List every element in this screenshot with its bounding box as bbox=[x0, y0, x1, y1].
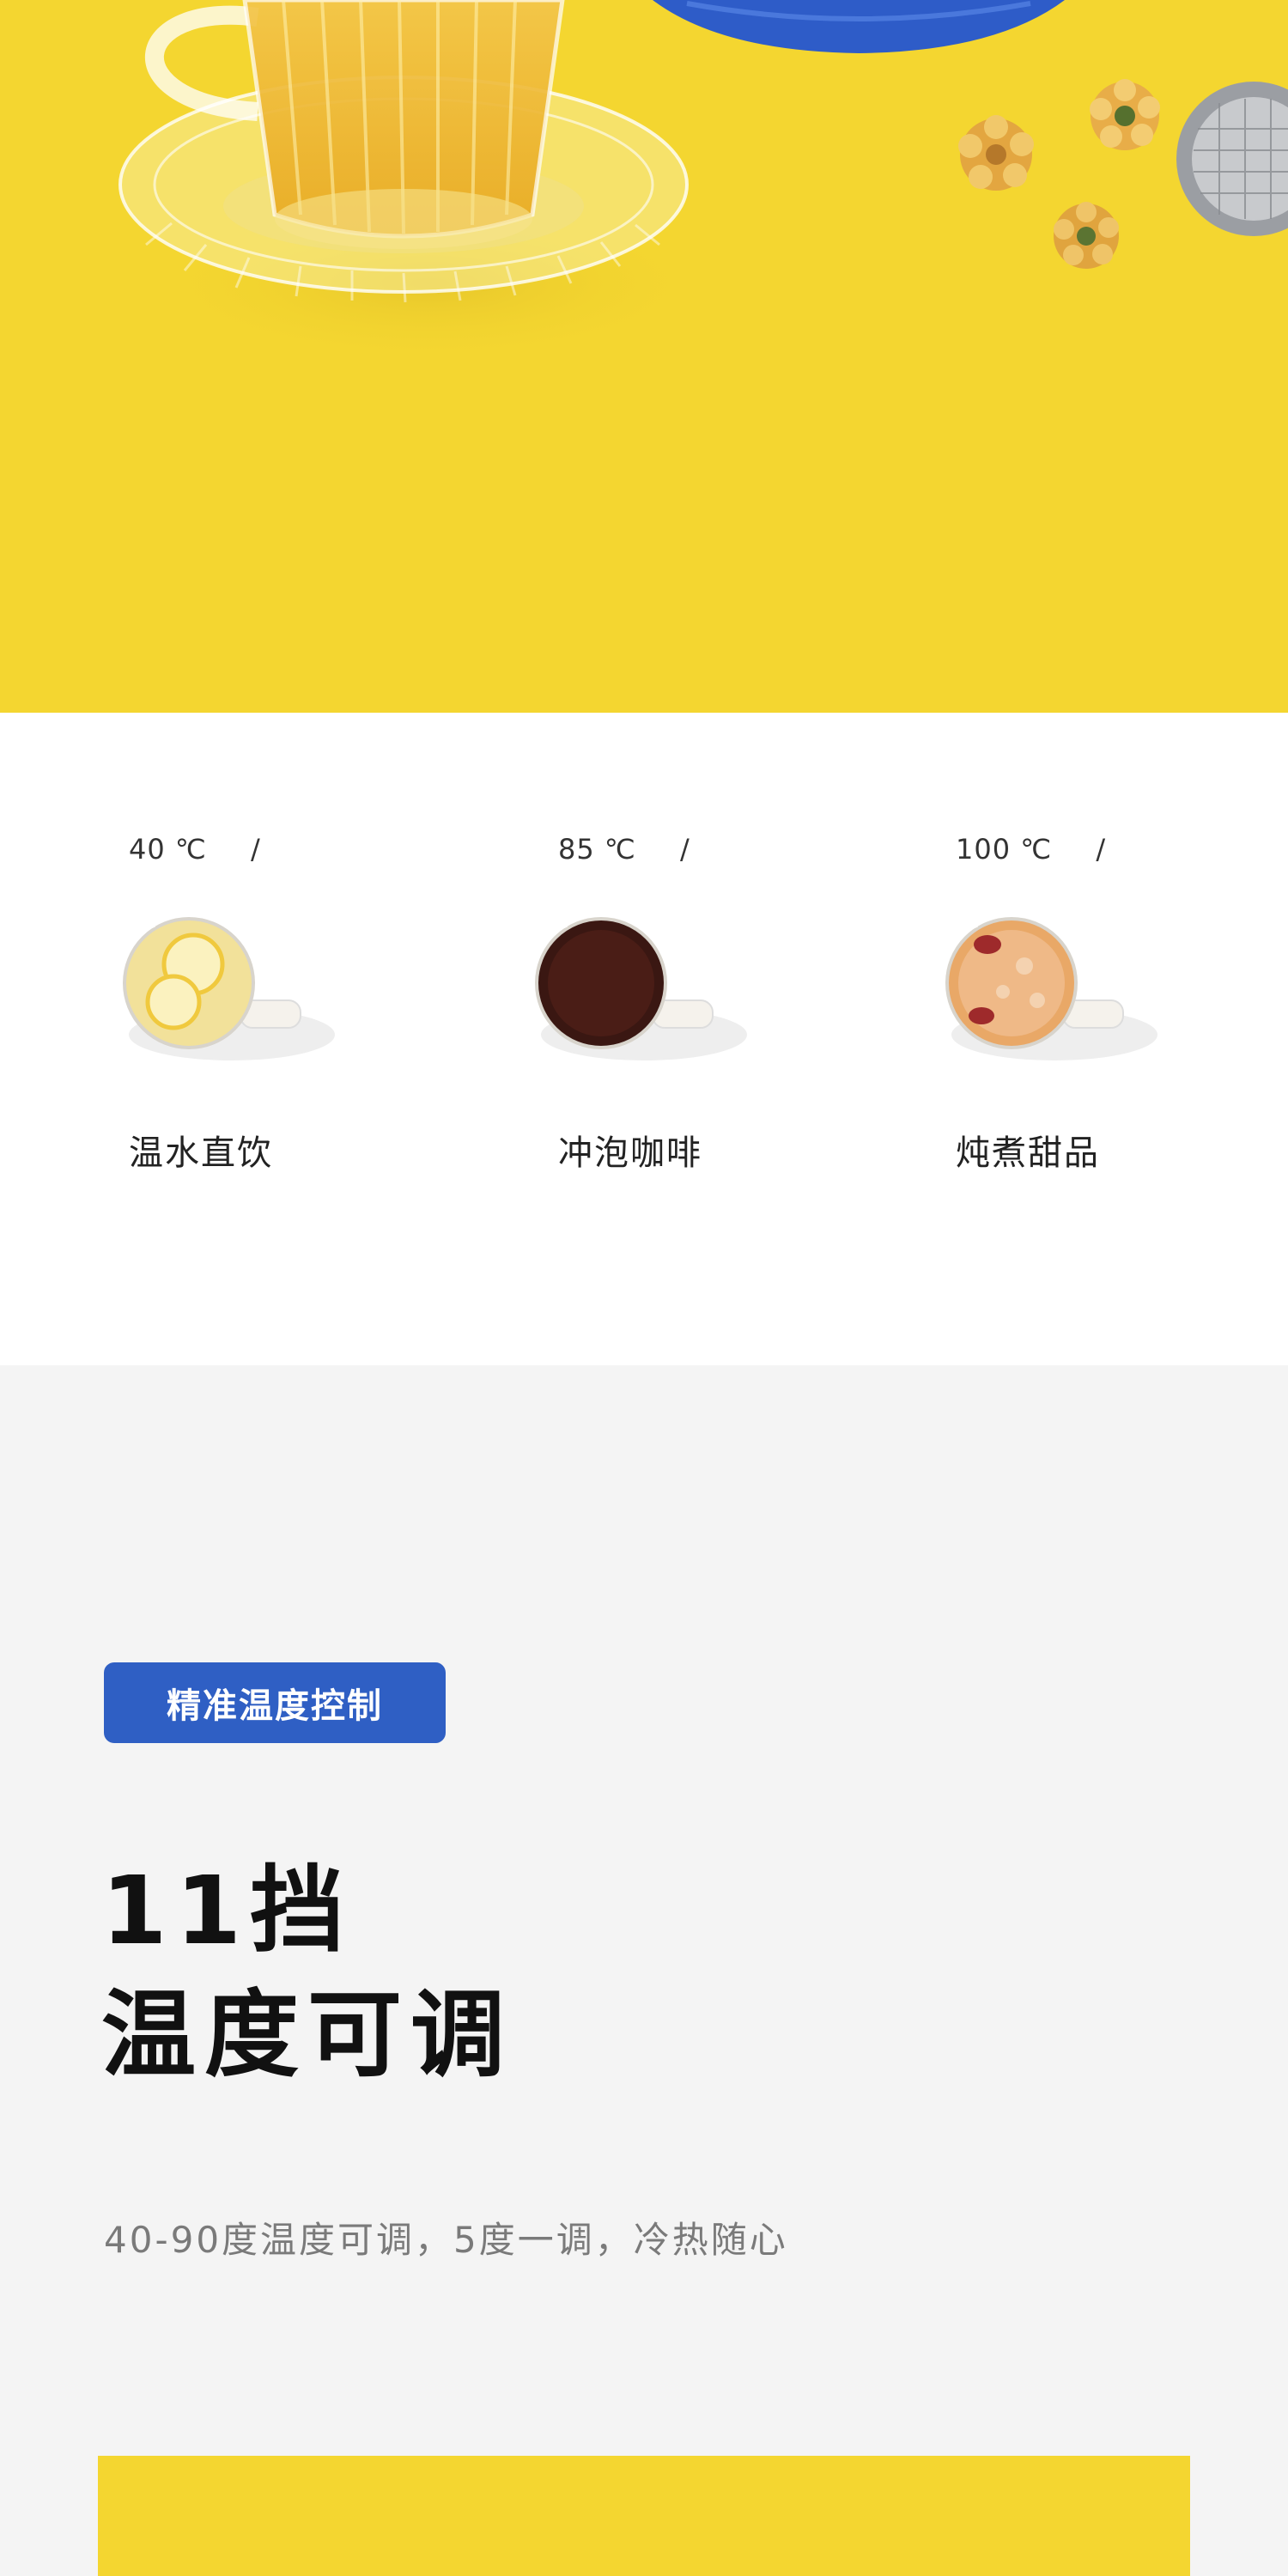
temperature-control-feature: 精准温度控制 11挡 温度可调 40-90度温度可调，5度一调，冷热随心 bbox=[0, 1365, 1288, 2576]
preset-name: 温水直饮 bbox=[129, 1133, 273, 1173]
feature-badge: 精准温度控制 bbox=[104, 1662, 446, 1743]
feature-headline-line1: 11挡 bbox=[101, 1856, 354, 1965]
tea-infuser-ball-icon bbox=[1176, 82, 1288, 236]
dessert-soup-jug-icon bbox=[945, 917, 1157, 1060]
temperature-separator: / bbox=[1096, 833, 1107, 866]
product-image-panel bbox=[98, 2456, 1190, 2576]
lemon-water-jug-icon bbox=[123, 917, 335, 1060]
feature-headline-line2: 温度可调 bbox=[101, 1980, 513, 2090]
preset-dessert: 100 ℃ / 炖煮甜品 bbox=[945, 713, 1288, 1365]
temperature-separator: / bbox=[251, 833, 261, 866]
temperature-value: 85 bbox=[558, 833, 595, 866]
temperature-value: 40 bbox=[129, 833, 166, 866]
glass-tea-cup-icon bbox=[242, 0, 565, 249]
temperature-unit: ℃ bbox=[604, 833, 636, 866]
preset-coffee: 85 ℃ / 冲泡咖啡 bbox=[535, 713, 902, 1365]
dried-chrysanthemum-icon bbox=[958, 79, 1160, 269]
temperature-unit: ℃ bbox=[174, 833, 207, 866]
temperature-value: 100 bbox=[956, 833, 1012, 866]
blue-kettle-icon bbox=[653, 0, 1065, 53]
preset-temperature: 40 ℃ / bbox=[129, 833, 261, 866]
hero-illustration bbox=[118, 0, 1288, 365]
hero-banner bbox=[0, 0, 1288, 713]
coffee-jug-icon bbox=[535, 917, 747, 1060]
temperature-presets: 40 ℃ / 温水直饮 85 ℃ / 冲泡咖啡 100 ℃ / 炖煮甜品 bbox=[0, 713, 1288, 1365]
preset-temperature: 85 ℃ / bbox=[558, 833, 690, 866]
feature-description: 40-90度温度可调，5度一调，冷热随心 bbox=[104, 2219, 788, 2261]
preset-name: 炖煮甜品 bbox=[956, 1133, 1100, 1173]
preset-warm-water: 40 ℃ / 温水直饮 bbox=[123, 713, 472, 1365]
temperature-separator: / bbox=[680, 833, 690, 866]
preset-name: 冲泡咖啡 bbox=[558, 1133, 702, 1173]
temperature-unit: ℃ bbox=[1020, 833, 1053, 866]
preset-temperature: 100 ℃ / bbox=[956, 833, 1106, 866]
